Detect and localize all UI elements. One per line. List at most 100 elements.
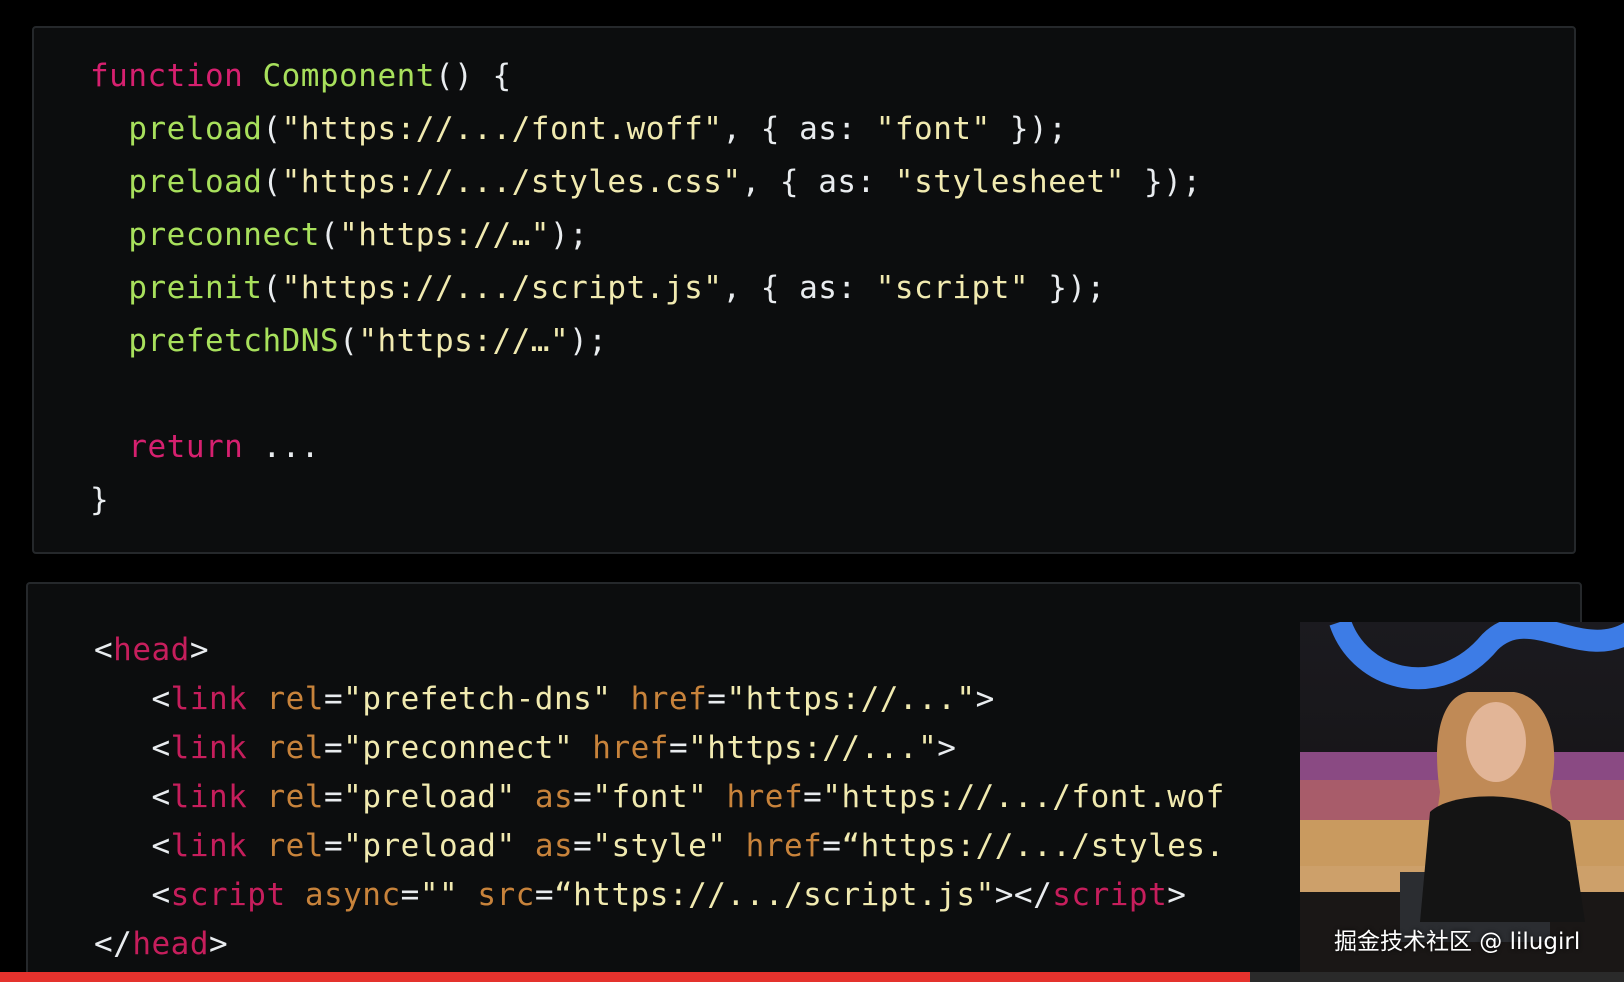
code-token: ( bbox=[262, 270, 282, 306]
code-token: "https://…" bbox=[358, 323, 570, 359]
code-token: "script" bbox=[875, 270, 1030, 306]
code-token: rel bbox=[266, 681, 324, 717]
code-token: ( bbox=[262, 164, 282, 200]
code-token: “https://.../script.js" bbox=[553, 877, 995, 913]
code-line: <link rel="prefetch-dns" href="https://.… bbox=[94, 675, 1225, 724]
code-token: head bbox=[132, 926, 209, 962]
code-token: > bbox=[975, 681, 995, 717]
code-line: function Component() { bbox=[90, 50, 1202, 103]
code-token: "https://..." bbox=[688, 730, 938, 766]
code-line: <link rel="preconnect" href="https://...… bbox=[94, 724, 1225, 773]
code-token: "" bbox=[419, 877, 459, 913]
code-token: "preload" bbox=[343, 828, 516, 864]
code-token: = bbox=[323, 828, 344, 864]
code-token: href bbox=[726, 779, 804, 815]
code-token: script bbox=[170, 877, 286, 913]
code-token: "https://.../font.woff" bbox=[281, 111, 723, 147]
code-token: src bbox=[477, 877, 535, 913]
code-token: "https://.../font.wof bbox=[822, 779, 1225, 815]
js-code-panel: function Component() { preload("https://… bbox=[32, 26, 1576, 554]
code-line: prefetchDNS("https://…"); bbox=[90, 315, 1202, 368]
code-token: link bbox=[170, 730, 248, 766]
code-line: <script async="" src=“https://.../script… bbox=[94, 871, 1225, 920]
code-token: href bbox=[592, 730, 669, 766]
code-token: ); bbox=[549, 217, 589, 253]
code-token: < bbox=[94, 877, 171, 913]
code-token: preinit bbox=[128, 270, 263, 306]
code-line: </head> bbox=[94, 920, 1225, 969]
code-token: }); bbox=[1029, 270, 1106, 306]
code-token: "font" bbox=[875, 111, 991, 147]
code-token: "https://.../styles.css" bbox=[281, 164, 742, 200]
code-line: } bbox=[90, 474, 1202, 527]
code-token: > bbox=[189, 632, 209, 668]
code-token: as bbox=[534, 779, 574, 815]
code-token: = bbox=[707, 681, 727, 717]
code-token: < bbox=[94, 828, 171, 864]
code-token: Component bbox=[262, 58, 435, 94]
code-token: > bbox=[937, 730, 957, 766]
code-token: = bbox=[803, 779, 823, 815]
code-token: ( bbox=[262, 111, 282, 147]
code-token: }); bbox=[1124, 164, 1202, 200]
html-code-block: <head> <link rel="prefetch-dns" href="ht… bbox=[94, 626, 1225, 969]
code-token: async bbox=[304, 877, 401, 913]
code-token: "font" bbox=[592, 779, 708, 815]
code-line bbox=[90, 368, 1202, 421]
code-token: "https://.../script.js" bbox=[281, 270, 723, 306]
code-line: preinit("https://.../script.js", { as: "… bbox=[90, 262, 1202, 315]
code-token: = bbox=[323, 681, 344, 717]
code-token: rel bbox=[266, 730, 324, 766]
code-token: ... bbox=[243, 429, 320, 465]
code-token: "stylesheet" bbox=[894, 164, 1125, 200]
code-token: = bbox=[323, 779, 344, 815]
code-token: link bbox=[170, 828, 248, 864]
code-token: href bbox=[745, 828, 823, 864]
code-token: preconnect bbox=[128, 217, 320, 253]
code-token: ( bbox=[339, 323, 359, 359]
code-token: preload bbox=[128, 164, 263, 200]
code-token: return bbox=[128, 429, 244, 465]
code-token: "prefetch-dns" bbox=[343, 681, 612, 717]
code-token: = bbox=[822, 828, 842, 864]
code-token: ></ bbox=[994, 877, 1053, 913]
code-token: = bbox=[534, 877, 554, 913]
code-token: ); bbox=[569, 323, 608, 359]
code-token: ( bbox=[319, 217, 340, 253]
code-token: = bbox=[573, 779, 593, 815]
code-line: <link rel="preload" as="font" href="http… bbox=[94, 773, 1225, 822]
code-token: preload bbox=[128, 111, 263, 147]
code-line: preload("https://.../font.woff", { as: "… bbox=[90, 103, 1202, 156]
code-line: <link rel="preload" as="style" href=“htt… bbox=[94, 822, 1225, 871]
video-progress-bar[interactable] bbox=[0, 972, 1624, 982]
code-token: </ bbox=[94, 926, 133, 962]
code-token: script bbox=[1052, 877, 1168, 913]
code-token: rel bbox=[266, 828, 324, 864]
code-token: "preload" bbox=[343, 779, 516, 815]
code-token: link bbox=[170, 779, 248, 815]
code-token: function bbox=[90, 58, 244, 94]
js-code-block: function Component() { preload("https://… bbox=[90, 50, 1202, 527]
code-token: > bbox=[1167, 877, 1187, 913]
code-line: preload("https://.../styles.css", { as: … bbox=[90, 156, 1202, 209]
code-token: prefetchDNS bbox=[128, 323, 340, 359]
code-token: rel bbox=[266, 779, 324, 815]
code-token: , { as: bbox=[741, 164, 895, 200]
code-token: < bbox=[94, 632, 114, 668]
code-line: <head> bbox=[94, 626, 1225, 675]
